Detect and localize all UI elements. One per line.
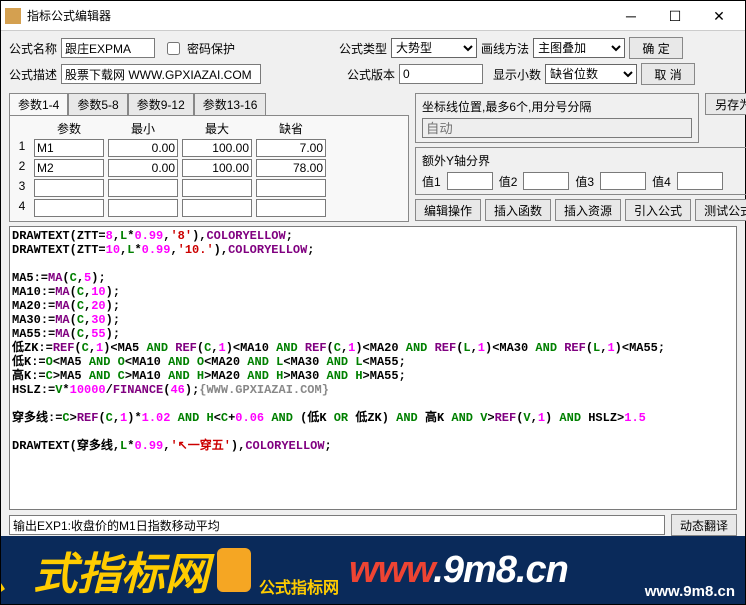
desc-label: 公式描述 bbox=[9, 66, 57, 83]
name-input[interactable] bbox=[61, 38, 155, 58]
footer-sub: 公式指标网 bbox=[259, 574, 339, 598]
password-label: 密码保护 bbox=[187, 40, 235, 57]
param-name-input[interactable] bbox=[34, 179, 104, 197]
editop-button[interactable]: 编辑操作 bbox=[415, 199, 481, 221]
watermark-footer: 、式指标网 公式指标网 www.9m8.cn www.9m8.cn bbox=[1, 536, 745, 604]
draw-label: 画线方法 bbox=[481, 40, 529, 57]
password-checkbox[interactable] bbox=[167, 42, 180, 55]
y1-label: 值1 bbox=[422, 173, 441, 190]
crossline-input[interactable] bbox=[422, 118, 692, 138]
param-min-input[interactable] bbox=[108, 159, 178, 177]
titlebar: 指标公式编辑器 ─ ☐ ✕ bbox=[1, 1, 745, 31]
code-editor[interactable]: DRAWTEXT(ZTT=8,L*0.99,'8'),COLORYELLOW;D… bbox=[9, 226, 737, 510]
param-def-input[interactable] bbox=[256, 159, 326, 177]
dynamic-translate-button[interactable]: 动态翻译 bbox=[671, 514, 737, 536]
desc-input[interactable] bbox=[61, 64, 261, 84]
test-button[interactable]: 测试公式 bbox=[695, 199, 746, 221]
yaxis-group: 额外Y轴分界 值1 值2 值3 值4 bbox=[415, 147, 746, 195]
window-title: 指标公式编辑器 bbox=[27, 7, 609, 24]
crossline-label: 坐标线位置,最多6个,用分号分隔 bbox=[422, 98, 692, 115]
param-row-num: 4 bbox=[14, 199, 30, 217]
param-tabs: 参数1-4 参数5-8 参数9-12 参数13-16 bbox=[9, 93, 409, 115]
type-select[interactable]: 大势型 bbox=[391, 38, 477, 58]
footer-url-big: www.9m8.cn bbox=[349, 549, 568, 592]
dec-select[interactable]: 缺省位数 bbox=[545, 64, 637, 84]
y2-label: 值2 bbox=[499, 173, 518, 190]
close-button[interactable]: ✕ bbox=[697, 2, 741, 30]
crossline-group: 坐标线位置,最多6个,用分号分隔 bbox=[415, 93, 699, 143]
param-max-input[interactable] bbox=[182, 179, 252, 197]
param-row-num: 2 bbox=[14, 159, 30, 177]
insres-button[interactable]: 插入资源 bbox=[555, 199, 621, 221]
tab-params-13-16[interactable]: 参数13-16 bbox=[194, 93, 267, 115]
y3-label: 值3 bbox=[575, 173, 594, 190]
draw-select[interactable]: 主图叠加 bbox=[533, 38, 625, 58]
footer-cn: 、式指标网 bbox=[1, 538, 209, 602]
param-def-input[interactable] bbox=[256, 179, 326, 197]
param-max-input[interactable] bbox=[182, 159, 252, 177]
app-icon bbox=[5, 8, 21, 24]
param-def-input[interactable] bbox=[256, 199, 326, 217]
param-def-input[interactable] bbox=[256, 139, 326, 157]
status-output bbox=[9, 515, 665, 535]
param-name-input[interactable] bbox=[34, 159, 104, 177]
param-min-input[interactable] bbox=[108, 179, 178, 197]
param-grid: 参数 最小 最大 缺省 1 2 3 4 bbox=[14, 120, 404, 217]
param-row-num: 3 bbox=[14, 179, 30, 197]
y4-label: 值4 bbox=[652, 173, 671, 190]
ok-button[interactable]: 确 定 bbox=[629, 37, 683, 59]
cancel-button[interactable]: 取 消 bbox=[641, 63, 695, 85]
insfn-button[interactable]: 插入函数 bbox=[485, 199, 551, 221]
dec-label: 显示小数 bbox=[493, 66, 541, 83]
param-name-input[interactable] bbox=[34, 199, 104, 217]
y2-input[interactable] bbox=[523, 172, 569, 190]
param-hdr-name: 参数 bbox=[34, 120, 104, 137]
name-label: 公式名称 bbox=[9, 40, 57, 57]
param-hdr-max: 最大 bbox=[182, 120, 252, 137]
param-hdr-min: 最小 bbox=[108, 120, 178, 137]
ver-label: 公式版本 bbox=[347, 66, 395, 83]
param-min-input[interactable] bbox=[108, 139, 178, 157]
param-max-input[interactable] bbox=[182, 139, 252, 157]
yaxis-label: 额外Y轴分界 bbox=[422, 152, 746, 169]
type-label: 公式类型 bbox=[339, 40, 387, 57]
minimize-button[interactable]: ─ bbox=[609, 2, 653, 30]
param-hdr-def: 缺省 bbox=[256, 120, 326, 137]
maximize-button[interactable]: ☐ bbox=[653, 2, 697, 30]
tab-params-5-8[interactable]: 参数5-8 bbox=[68, 93, 127, 115]
param-min-input[interactable] bbox=[108, 199, 178, 217]
param-row-num: 1 bbox=[14, 139, 30, 157]
y3-input[interactable] bbox=[600, 172, 646, 190]
y4-input[interactable] bbox=[677, 172, 723, 190]
y1-input[interactable] bbox=[447, 172, 493, 190]
import-button[interactable]: 引入公式 bbox=[625, 199, 691, 221]
saveas-button[interactable]: 另存为 bbox=[705, 93, 746, 115]
param-max-input[interactable] bbox=[182, 199, 252, 217]
footer-url-small: www.9m8.cn bbox=[645, 583, 735, 600]
param-name-input[interactable] bbox=[34, 139, 104, 157]
tab-params-1-4[interactable]: 参数1-4 bbox=[9, 93, 68, 115]
ver-input[interactable] bbox=[399, 64, 483, 84]
badge-icon bbox=[217, 548, 251, 592]
tab-params-9-12[interactable]: 参数9-12 bbox=[128, 93, 194, 115]
